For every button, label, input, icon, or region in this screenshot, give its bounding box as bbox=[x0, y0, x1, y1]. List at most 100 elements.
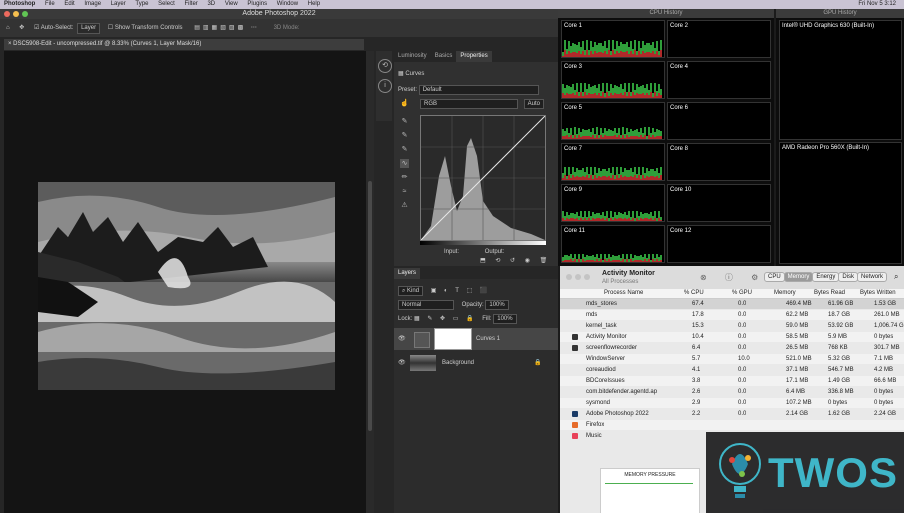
process-name: Music bbox=[586, 433, 602, 439]
bytes-written-value: 4.2 MB bbox=[874, 367, 894, 373]
am-close-button[interactable] bbox=[566, 274, 572, 280]
table-row[interactable]: sysmond 2.9 0.0 107.2 MB 0 bytes 0 bytes bbox=[560, 398, 904, 408]
gray-point-eyedropper-icon[interactable]: ✎ bbox=[400, 131, 409, 140]
col-bytes-written[interactable]: Bytes Written bbox=[860, 289, 896, 298]
table-row[interactable]: com.bitdefender.agentd.ap 2.6 0.0 6.4 MB 336… bbox=[560, 387, 904, 397]
table-row[interactable]: screenflowrecorder 6.4 0.0 26.5 MB 768 KB 301… bbox=[560, 343, 904, 353]
am-zoom-button[interactable] bbox=[584, 274, 590, 280]
document-image[interactable] bbox=[38, 182, 335, 390]
auto-select-dropdown[interactable]: Layer bbox=[77, 23, 101, 34]
menu-type[interactable]: Type bbox=[131, 1, 152, 7]
col-memory[interactable]: Memory bbox=[774, 289, 796, 298]
opacity-input[interactable]: 100% bbox=[485, 300, 509, 310]
info-icon[interactable]: i bbox=[378, 79, 392, 93]
table-row[interactable]: coreaudiod 4.1 0.0 37.1 MB 546.7 MB 4.2 MB bbox=[560, 365, 904, 375]
am-minimize-button[interactable] bbox=[575, 274, 581, 280]
preset-dropdown[interactable]: Default bbox=[418, 85, 539, 95]
layer-name[interactable]: Curves 1 bbox=[476, 328, 500, 350]
menu-image[interactable]: Image bbox=[80, 1, 105, 7]
menu-file[interactable]: File bbox=[41, 1, 59, 7]
table-row[interactable]: kernel_task 15.3 0.0 59.0 MB 53.92 GB 1,006.7… bbox=[560, 321, 904, 331]
layer-filter-row: ⌕ Kind ▣ ◐ T ⬚ ⬛ bbox=[398, 286, 490, 296]
close-button[interactable] bbox=[4, 11, 10, 17]
table-row[interactable]: Activity Monitor 10.4 0.0 58.5 MB 5.9 MB 0 by… bbox=[560, 332, 904, 342]
bytes-read-value: 768 KB bbox=[828, 345, 848, 351]
menu-plugins[interactable]: Plugins bbox=[243, 1, 271, 7]
zoom-button[interactable] bbox=[22, 11, 28, 17]
layer-row[interactable]: 👁 Background 🔒 bbox=[394, 352, 558, 374]
menu-filter[interactable]: Filter bbox=[180, 1, 201, 7]
menu-view[interactable]: View bbox=[221, 1, 242, 7]
cpu-core-graph: Core 7 bbox=[561, 143, 665, 181]
black-point-eyedropper-icon[interactable]: ✎ bbox=[400, 117, 409, 126]
table-row[interactable]: BDCoreIssues 3.8 0.0 17.1 MB 1.49 GB 66.6 MB bbox=[560, 376, 904, 386]
fill-input[interactable]: 100% bbox=[493, 314, 517, 324]
app-icon bbox=[572, 345, 578, 351]
am-tab-disk[interactable]: Disk bbox=[838, 272, 859, 282]
auto-select-checkbox[interactable]: ☑ bbox=[34, 25, 39, 31]
channel-dropdown[interactable]: RGB bbox=[420, 99, 518, 109]
col-process-name[interactable]: Process Name bbox=[604, 289, 643, 298]
filter-icons[interactable]: ▣ ◐ T ⬚ ⬛ bbox=[431, 288, 491, 294]
col-gpu[interactable]: % GPU bbox=[732, 289, 752, 298]
menu-help[interactable]: Help bbox=[304, 1, 324, 7]
app-icon bbox=[572, 334, 578, 340]
am-search-icon[interactable]: ⌕ bbox=[894, 272, 898, 282]
bytes-written-value: 2.24 GB bbox=[874, 411, 897, 417]
white-point-eyedropper-icon[interactable]: ✎ bbox=[400, 145, 409, 154]
curve-point-tool-icon[interactable]: ∿ bbox=[400, 159, 409, 168]
table-row[interactable]: WindowServer 5.7 10.0 521.0 MB 5.32 GB 7.1 MB bbox=[560, 354, 904, 364]
kind-filter-dropdown[interactable]: ⌕ Kind bbox=[398, 286, 424, 296]
table-row[interactable]: Firefox bbox=[560, 420, 904, 430]
menu-3d[interactable]: 3D bbox=[203, 1, 219, 7]
scrollbar-thumb[interactable] bbox=[368, 181, 372, 431]
output-label: Output: bbox=[484, 249, 505, 255]
col-bytes-read[interactable]: Bytes Read bbox=[814, 289, 845, 298]
tab-basics[interactable]: Basics bbox=[431, 51, 457, 62]
menu-select[interactable]: Select bbox=[154, 1, 179, 7]
smooth-icon[interactable]: ≈ bbox=[400, 187, 409, 196]
am-tab-energy[interactable]: Energy bbox=[812, 272, 840, 282]
align-icons[interactable]: ▤▥▦▧▨▩ ⋯ bbox=[194, 25, 260, 31]
layer-mask-thumbnail[interactable] bbox=[434, 328, 472, 350]
blend-mode-dropdown[interactable]: Normal bbox=[398, 300, 454, 310]
eye-icon[interactable]: 👁 bbox=[398, 352, 406, 374]
process-name: sysmond bbox=[586, 400, 611, 406]
cpu-core-graph: Core 9 bbox=[561, 184, 665, 222]
minimize-button[interactable] bbox=[13, 11, 19, 17]
lock-icons[interactable]: ▦ ✎ ✥ ▭ 🔒 bbox=[414, 316, 477, 322]
tab-luminosity[interactable]: Luminosity bbox=[394, 51, 431, 62]
table-row[interactable]: mds_stores 67.4 0.0 469.4 MB 61.96 GB 1.53 GB bbox=[560, 299, 904, 309]
pencil-icon[interactable]: ✏ bbox=[400, 173, 409, 182]
home-icon[interactable]: ⌂ bbox=[6, 25, 10, 31]
clipping-warning-icon[interactable]: ⚠ bbox=[400, 201, 409, 210]
move-tool-icon[interactable]: ✥ bbox=[19, 25, 24, 31]
twos-watermark: TWOS bbox=[706, 432, 904, 513]
tab-properties[interactable]: Properties bbox=[456, 51, 492, 62]
document-tab[interactable]: × DSC5908-Edit - uncompressed.tif @ 8.33… bbox=[4, 39, 364, 50]
menu-layer[interactable]: Layer bbox=[107, 1, 130, 7]
auto-button[interactable]: Auto bbox=[523, 99, 545, 109]
am-tab-memory[interactable]: Memory bbox=[783, 272, 814, 282]
table-row[interactable]: Adobe Photoshop 2022 2.2 0.0 2.14 GB 1.62 GB… bbox=[560, 409, 904, 419]
am-tab-cpu[interactable]: CPU bbox=[764, 272, 785, 282]
properties-footer-icons[interactable]: ⬒ ⟲ ↺ ◉ 🗑 bbox=[480, 256, 551, 266]
eye-icon[interactable]: 👁 bbox=[398, 328, 406, 350]
on-image-adjust-icon[interactable]: ☝ bbox=[400, 99, 409, 108]
layer-name[interactable]: Background bbox=[442, 352, 474, 374]
menu-edit[interactable]: Edit bbox=[60, 1, 78, 7]
menu-photoshop[interactable]: Photoshop bbox=[0, 1, 39, 7]
col-cpu[interactable]: % CPU bbox=[684, 289, 704, 298]
curves-graph[interactable] bbox=[420, 115, 546, 241]
table-row[interactable]: mds 17.8 0.0 62.2 MB 18.7 GB 261.0 MB bbox=[560, 310, 904, 320]
am-toolbar-icons[interactable]: ⊗ ⓘ ⚙ bbox=[700, 272, 766, 283]
process-name: kernel_task bbox=[586, 323, 617, 329]
core-label: Core 8 bbox=[670, 146, 689, 152]
history-icon[interactable]: ⟲ bbox=[378, 59, 392, 73]
tab-layers[interactable]: Layers bbox=[394, 268, 421, 279]
layer-row[interactable]: 👁 Curves 1 bbox=[394, 328, 558, 350]
canvas-scrollbar[interactable] bbox=[366, 51, 374, 513]
menu-window[interactable]: Window bbox=[273, 1, 302, 7]
am-tab-network[interactable]: Network bbox=[857, 272, 888, 282]
transform-controls-checkbox[interactable]: ☐ bbox=[108, 25, 113, 31]
